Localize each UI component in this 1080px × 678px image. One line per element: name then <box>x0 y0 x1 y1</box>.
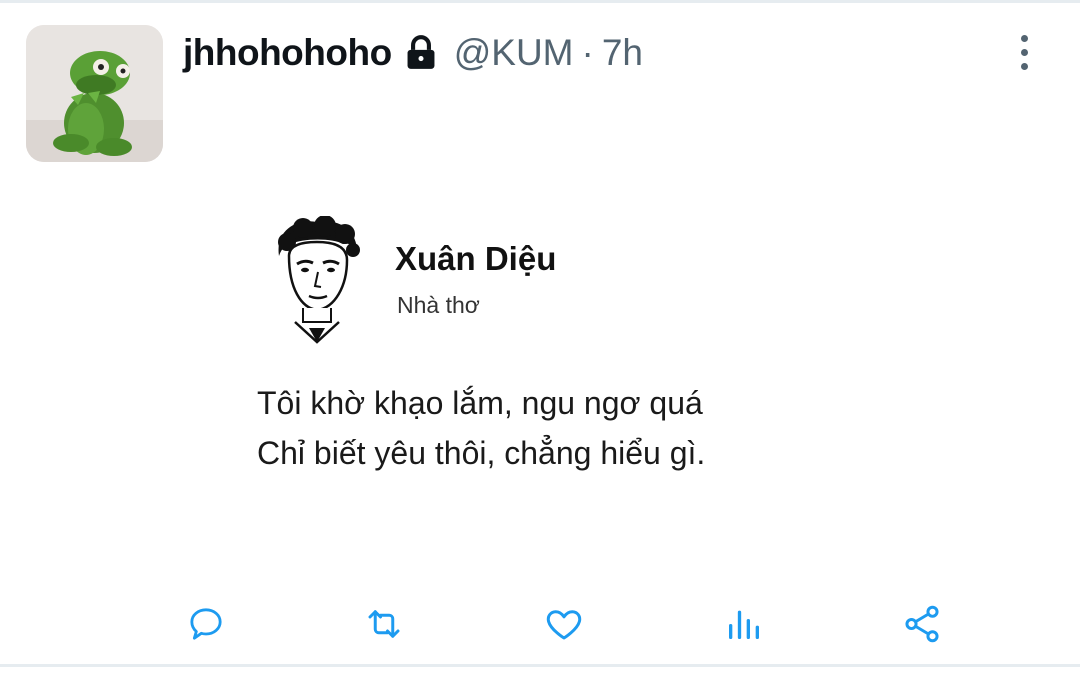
avatar-image <box>26 25 163 162</box>
quote-line: Tôi khờ khạo lắm, ngu ngơ quá <box>257 385 703 421</box>
quote-image[interactable]: Xuân Diệu Nhà thơ Tôi khờ khạo lắm, ngu … <box>255 210 815 490</box>
display-name[interactable]: jhhohohoho <box>183 32 392 74</box>
separator-dot: · <box>581 32 594 73</box>
quote-text: Tôi khờ khạo lắm, ngu ngơ quá Chỉ biết y… <box>257 378 705 478</box>
tweet-header: jhhohohoho @KUM · 7h <box>183 28 643 78</box>
analytics-icon[interactable] <box>720 600 768 648</box>
heart-icon[interactable] <box>540 600 588 648</box>
user-handle[interactable]: @KUM <box>454 32 574 74</box>
bottom-divider <box>0 664 1080 667</box>
retweet-icon[interactable] <box>360 600 408 648</box>
more-vertical-icon[interactable] <box>1004 30 1044 74</box>
top-divider <box>0 0 1080 3</box>
avatar[interactable] <box>26 25 163 162</box>
poet-portrait <box>273 215 361 346</box>
quote-author: Xuân Diệu <box>395 240 557 277</box>
timestamp[interactable]: 7h <box>602 32 643 74</box>
share-icon[interactable] <box>898 600 946 648</box>
quote-author-role: Nhà thơ <box>397 292 480 318</box>
tweet-actions <box>0 600 1080 650</box>
lock-icon <box>402 34 440 72</box>
reply-icon[interactable] <box>182 600 230 648</box>
quote-line: Chỉ biết yêu thôi, chẳng hiểu gì. <box>257 435 706 471</box>
